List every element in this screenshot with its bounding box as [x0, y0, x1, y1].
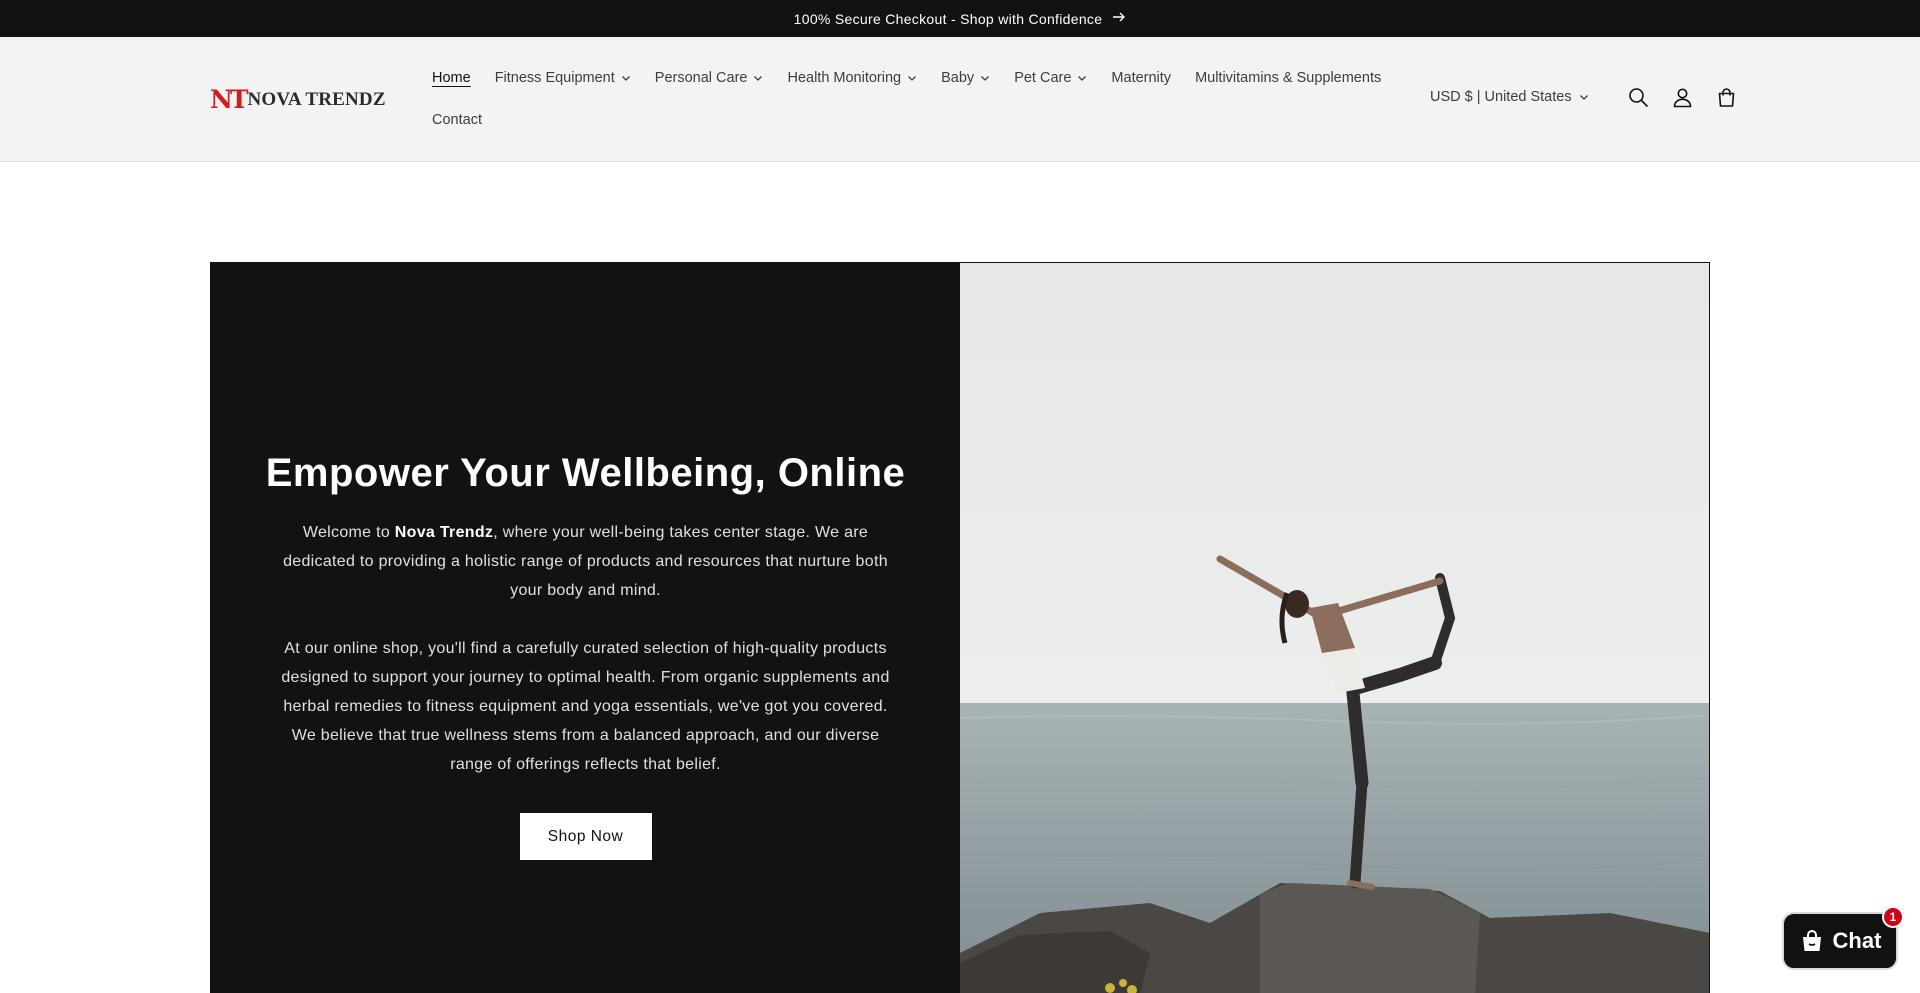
- hero-title: Empower Your Wellbeing, Online: [265, 451, 906, 495]
- nav-item-home[interactable]: Home: [420, 70, 483, 86]
- nav-label: Health Monitoring: [787, 70, 902, 86]
- hero-section: Empower Your Wellbeing, Online Welcome t…: [210, 262, 1710, 993]
- nav-item-maternity[interactable]: Maternity: [1099, 70, 1183, 86]
- nav-item-personal-care[interactable]: Personal Care: [643, 70, 776, 86]
- announcement-bar[interactable]: 100% Secure Checkout - Shop with Confide…: [0, 0, 1920, 37]
- announcement-text: 100% Secure Checkout - Shop with Confide…: [793, 10, 1103, 27]
- site-header: NT NOVA TRENDZ Home Fitness Equipment Pe…: [0, 37, 1920, 162]
- nav-label: Home: [432, 70, 471, 86]
- header-actions: USD $ | United States: [1418, 80, 1749, 114]
- nav-item-fitness-equipment[interactable]: Fitness Equipment: [483, 70, 643, 86]
- chevron-down-icon: [754, 76, 763, 81]
- chat-label: Chat: [1832, 928, 1882, 953]
- main-nav: Home Fitness Equipment Personal Care Hea…: [420, 57, 1381, 141]
- chevron-down-icon: [1078, 76, 1087, 81]
- hero-image: [960, 263, 1709, 993]
- nav-label: Contact: [432, 112, 482, 128]
- logo-mark: NT: [210, 85, 249, 114]
- chevron-down-icon: [621, 76, 630, 81]
- hero-paragraph-1: Welcome to Nova Trendz, where your well-…: [283, 524, 888, 599]
- chevron-down-icon: [981, 76, 990, 81]
- hero-paragraph-2: At our online shop, you'll find a carefu…: [281, 640, 890, 773]
- nav-label: Baby: [941, 70, 975, 86]
- nav-item-baby[interactable]: Baby: [929, 70, 1002, 86]
- nav-item-health-monitoring[interactable]: Health Monitoring: [775, 70, 929, 86]
- nav-label: Fitness Equipment: [494, 70, 615, 86]
- nav-label: Personal Care: [654, 70, 748, 86]
- brand-name: Nova Trendz: [394, 524, 494, 541]
- nav-label: Maternity: [1111, 70, 1172, 86]
- chat-button[interactable]: Chat: [1782, 912, 1898, 970]
- currency-selector[interactable]: USD $ | United States: [1430, 89, 1589, 105]
- arrow-right-icon: [1112, 11, 1126, 27]
- search-icon[interactable]: [1617, 75, 1661, 119]
- hero-content: Empower Your Wellbeing, Online Welcome t…: [211, 263, 960, 993]
- logo-text: NOVA TRENDZ: [247, 89, 386, 110]
- nav-item-multivitamins[interactable]: Multivitamins & Supplements: [1183, 70, 1393, 86]
- chevron-down-icon: [1579, 95, 1588, 100]
- hero-text: Welcome to Nova Trendz, where your well-…: [281, 518, 891, 779]
- nav-label: Multivitamins & Supplements: [1195, 70, 1382, 86]
- cart-icon[interactable]: [1705, 75, 1749, 119]
- nav-item-pet-care[interactable]: Pet Care: [1002, 70, 1099, 86]
- chat-bag-icon: [1802, 930, 1821, 951]
- shop-now-button[interactable]: Shop Now: [519, 813, 652, 860]
- notification-badge: 1: [1882, 906, 1904, 928]
- nav-item-contact[interactable]: Contact: [420, 112, 494, 128]
- currency-label: USD $ | United States: [1430, 89, 1572, 105]
- logo[interactable]: NT NOVA TRENDZ: [210, 87, 386, 112]
- chevron-down-icon: [908, 76, 917, 81]
- account-icon[interactable]: [1661, 75, 1705, 119]
- nav-label: Pet Care: [1014, 70, 1072, 86]
